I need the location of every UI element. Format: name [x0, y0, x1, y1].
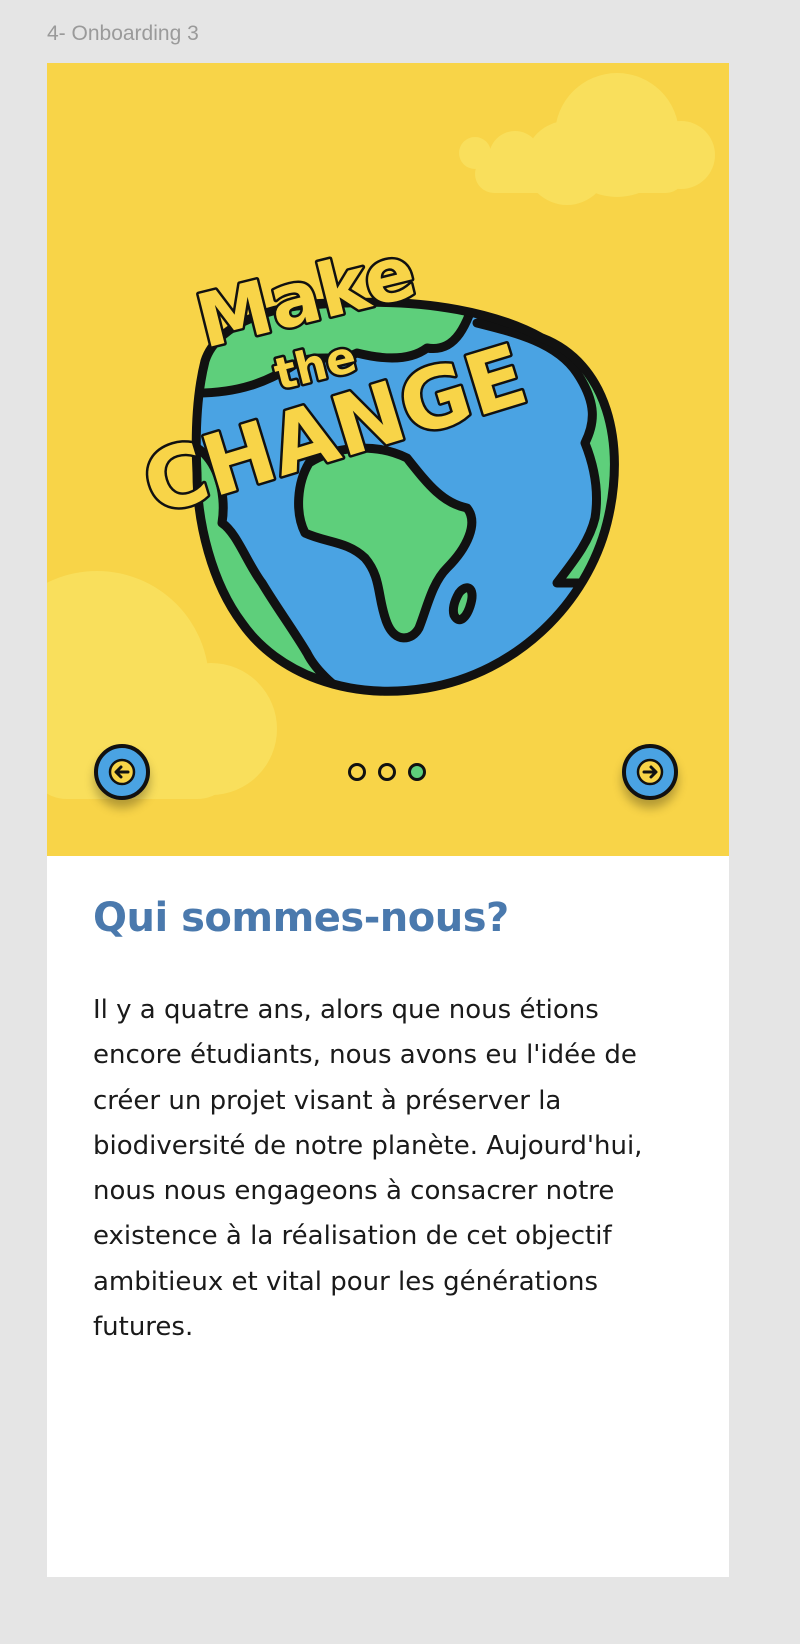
- page-dot-1[interactable]: [348, 763, 366, 781]
- cloud-top-right: [459, 73, 715, 205]
- arrow-left-icon: [108, 758, 136, 786]
- description-line: existence à la réalisation de cet object…: [93, 1221, 612, 1252]
- page-dot-2[interactable]: [378, 763, 396, 781]
- description-line: futures.: [93, 1312, 194, 1343]
- make-the-change-illustration: Make the CHANGE: [47, 73, 715, 799]
- next-button[interactable]: [622, 744, 678, 800]
- page-title: Qui sommes-nous?: [93, 895, 509, 941]
- description-line: encore étudiants, nous avons eu l'idée d…: [93, 1040, 637, 1071]
- description-line: Il y a quatre ans, alors que nous étions: [93, 995, 599, 1025]
- page-dot-3-active[interactable]: [408, 763, 426, 781]
- description-line: biodiversité de notre planète. Aujourd'h…: [93, 1130, 643, 1161]
- description-line: nous nous engageons à consacrer notre: [93, 1176, 615, 1207]
- pagination-dots: [348, 763, 426, 781]
- description-line: créer un projet visant à préserver la: [93, 1085, 562, 1116]
- previous-button[interactable]: [94, 744, 150, 800]
- hero-illustration-panel: Make the CHANGE: [47, 63, 729, 856]
- onboarding-screen: Make the CHANGE Qui sommes-nous? Il y a: [47, 63, 729, 1577]
- description-text: Il y a quatre ans, alors que nous étions…: [93, 988, 693, 1350]
- description-line: ambitieux et vital pour les générations: [93, 1266, 599, 1297]
- frame-label: 4- Onboarding 3: [47, 22, 199, 45]
- arrow-right-icon: [636, 758, 664, 786]
